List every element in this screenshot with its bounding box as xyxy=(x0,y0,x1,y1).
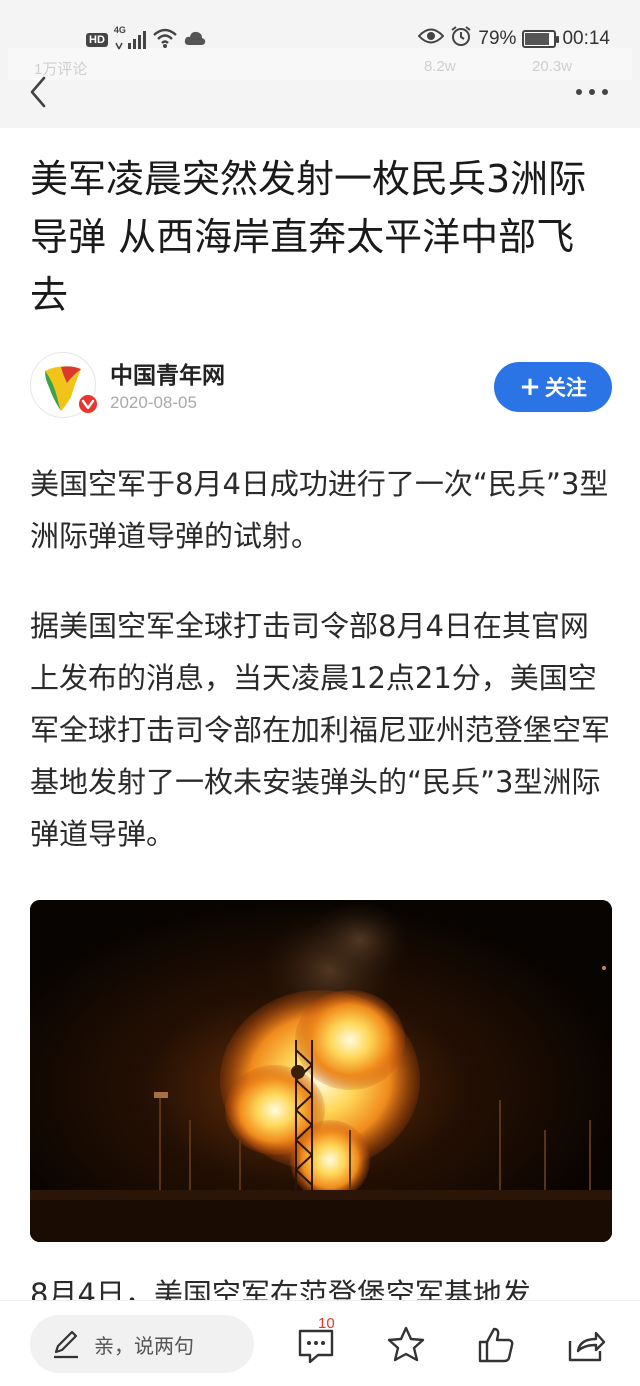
network-type: 4G xyxy=(113,25,126,35)
paragraph-2: 据美国空军全球打击司令部8月4日在其官网上发布的消息，当天凌晨12点21分，美国… xyxy=(30,609,611,851)
author-avatar[interactable] xyxy=(30,352,99,418)
paragraph-3: 8月4日，美国空军在范登堡空军基地发 xyxy=(30,1276,616,1302)
favorite-button[interactable] xyxy=(386,1325,426,1365)
like-button[interactable] xyxy=(476,1325,516,1365)
battery-fill xyxy=(525,33,550,45)
plus-icon: + xyxy=(519,372,541,402)
article-photo[interactable] xyxy=(30,900,612,1242)
more-button[interactable] xyxy=(574,82,610,102)
more-icon xyxy=(576,89,608,95)
alarm-icon xyxy=(450,25,472,53)
signal-icon: 4G xyxy=(114,25,146,51)
paragraph-1: 美国空军于8月4日成功进行了一次“民兵”3型洲际弹道导弹的试射。 xyxy=(30,467,609,553)
hd-badge: HD xyxy=(86,33,108,47)
verified-badge-icon xyxy=(77,393,99,415)
share-icon xyxy=(568,1331,606,1362)
missile-launch-image xyxy=(30,900,612,1242)
nav-bar xyxy=(0,80,640,128)
comment-placeholder: 亲，说两句 xyxy=(94,1333,194,1358)
status-right: 79% 00:14 xyxy=(418,24,610,54)
ghost-stat-2: 20.3w xyxy=(532,58,573,75)
comment-input[interactable]: 亲，说两句 xyxy=(30,1315,254,1373)
cloud-icon xyxy=(184,30,206,50)
article-title: 美军凌晨突然发射一枚民兵3洲际导弹 从西海岸直奔太平洋中部飞去 xyxy=(30,157,587,317)
status-left: HD 4G xyxy=(86,25,206,54)
eye-icon xyxy=(418,27,445,51)
thumbs-up-icon xyxy=(478,1327,514,1363)
follow-label: 关注 xyxy=(544,376,587,400)
bottom-action-bar: 亲，说两句 10 xyxy=(0,1300,640,1386)
wifi-icon xyxy=(152,27,178,53)
battery-percent: 79% xyxy=(478,28,517,49)
ghost-stat-1: 8.2w xyxy=(424,58,456,75)
share-button[interactable] xyxy=(566,1325,606,1365)
paragraph-3-text: 8月4日，美国空军在范登堡空军基地发 xyxy=(30,1277,531,1302)
follow-button[interactable]: + 关注 xyxy=(494,362,612,412)
back-button[interactable] xyxy=(24,72,58,112)
back-icon xyxy=(30,76,46,108)
author-name[interactable]: 中国青年网 xyxy=(110,356,225,390)
battery-icon xyxy=(522,30,560,48)
edit-icon xyxy=(54,1330,78,1359)
comment-count-badge: 10 xyxy=(318,1315,335,1332)
publish-date: 2020-08-05 xyxy=(110,393,197,412)
clock: 00:14 xyxy=(562,28,610,49)
star-icon xyxy=(387,1326,425,1362)
